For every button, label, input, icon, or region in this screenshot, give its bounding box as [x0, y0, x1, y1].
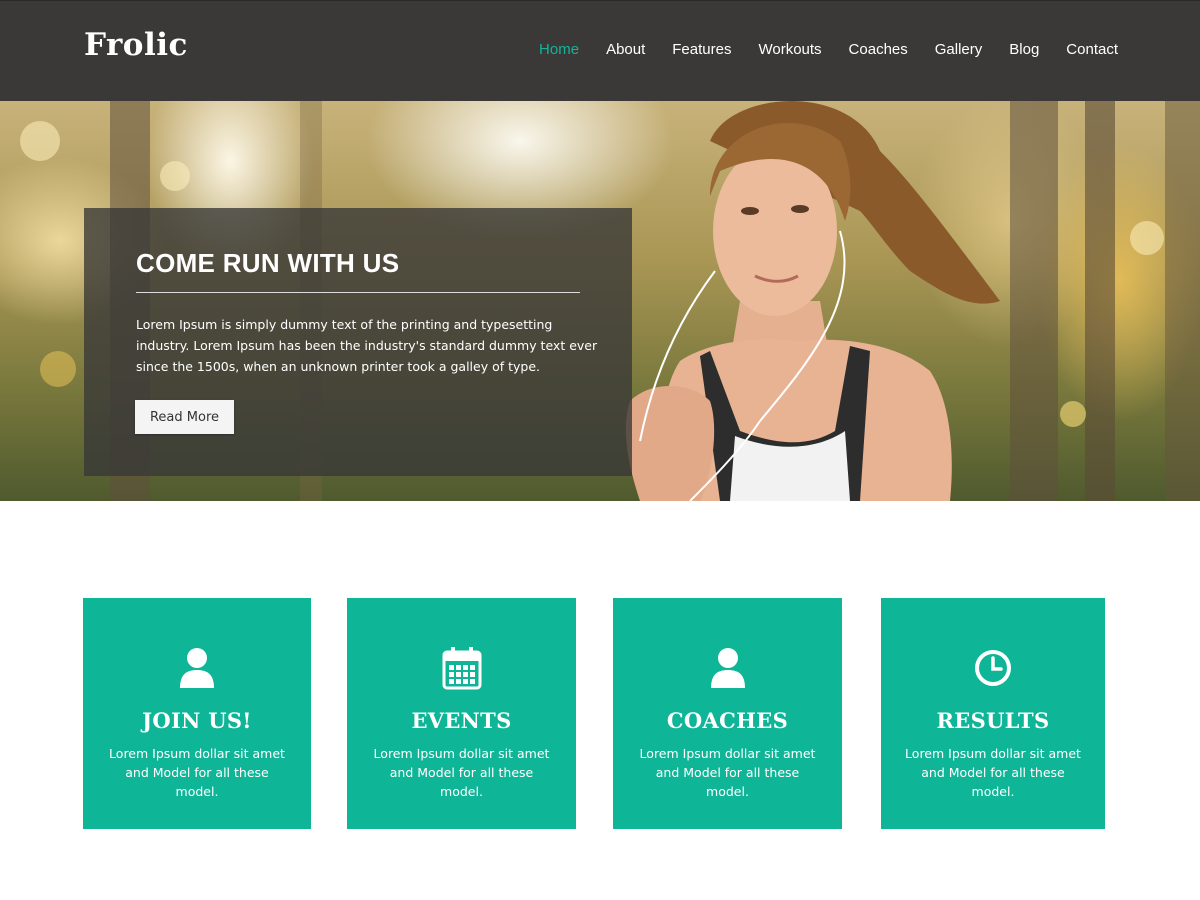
nav-item-features[interactable]: Features — [672, 41, 731, 58]
main-nav: Home About Features Workouts Coaches Gal… — [512, 41, 1118, 58]
feature-title: COACHES — [666, 708, 789, 733]
nav-item-blog[interactable]: Blog — [1009, 41, 1039, 58]
feature-card-events[interactable]: EVENTS Lorem Ipsum dollar sit amet and M… — [347, 598, 576, 829]
feature-card-coaches[interactable]: COACHES Lorem Ipsum dollar sit amet and … — [613, 598, 842, 829]
user-icon — [710, 648, 745, 688]
clock-icon — [975, 650, 1011, 686]
read-more-button[interactable]: Read More — [135, 400, 234, 434]
feature-desc: Lorem Ipsum dollar sit amet and Model fo… — [109, 746, 285, 799]
feature-desc: Lorem Ipsum dollar sit amet and Model fo… — [373, 746, 550, 799]
hero-content-box: COME RUN WITH US Lorem Ipsum is simply d… — [84, 208, 632, 476]
nav-item-contact[interactable]: Contact — [1066, 41, 1118, 58]
hero-banner: COME RUN WITH US Lorem Ipsum is simply d… — [0, 101, 1200, 501]
nav-item-gallery[interactable]: Gallery — [935, 41, 983, 58]
feature-card-results[interactable]: RESULTS Lorem Ipsum dollar sit amet and … — [881, 598, 1105, 829]
tree-trunk — [1085, 101, 1115, 501]
feature-desc: Lorem Ipsum dollar sit amet and Model fo… — [905, 746, 1081, 799]
hero-title: COME RUN WITH US — [136, 248, 400, 278]
nav-item-home[interactable]: Home — [539, 41, 579, 58]
hero-text: Lorem Ipsum is simply dummy text of the … — [136, 317, 598, 374]
feature-title: RESULTS — [936, 708, 1050, 733]
site-header: Frolic Home About Features Workouts Coac… — [0, 0, 1200, 101]
nav-item-about[interactable]: About — [606, 41, 645, 58]
tree-trunk — [1165, 101, 1200, 501]
nav-item-workouts[interactable]: Workouts — [758, 41, 821, 58]
bokeh-light — [1130, 221, 1164, 255]
feature-card-join[interactable]: JOIN US! Lorem Ipsum dollar sit amet and… — [83, 598, 311, 829]
feature-desc: Lorem Ipsum dollar sit amet and Model fo… — [639, 746, 816, 799]
bokeh-light — [160, 161, 190, 191]
bokeh-light — [40, 351, 76, 387]
feature-title: JOIN US! — [142, 708, 252, 733]
site-logo[interactable]: Frolic — [84, 27, 188, 63]
hero-divider — [136, 292, 580, 293]
bokeh-light — [1060, 401, 1086, 427]
feature-title: EVENTS — [411, 708, 512, 733]
calendar-icon — [442, 647, 481, 690]
bokeh-light — [20, 121, 60, 161]
nav-item-coaches[interactable]: Coaches — [849, 41, 908, 58]
user-icon — [180, 648, 214, 688]
